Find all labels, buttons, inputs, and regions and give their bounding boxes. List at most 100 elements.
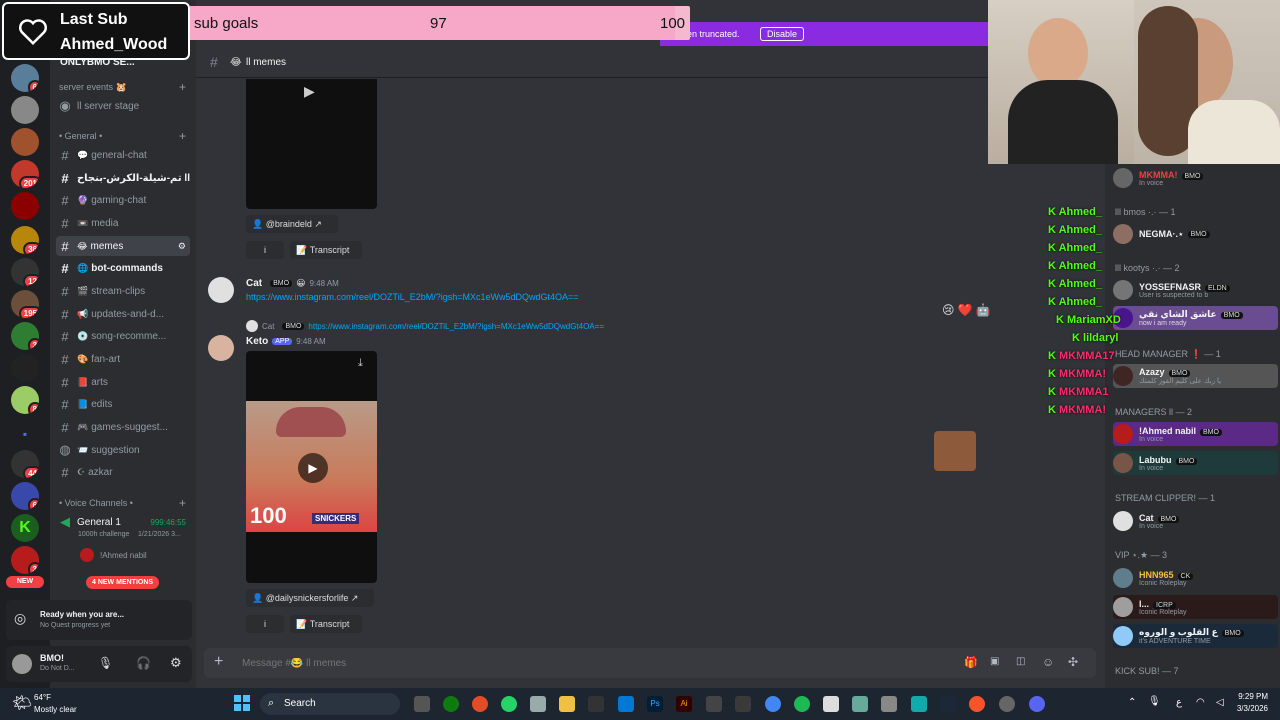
video-embed[interactable]: ⤓ ▶ 100 SNICKERS [246, 351, 377, 583]
member-item[interactable]: NEGMA·.⋆ BMO [1113, 222, 1278, 246]
app-icon[interactable] [881, 696, 897, 712]
server-icon[interactable]: 12 [11, 258, 39, 286]
member-item[interactable]: Labubu BMO In voice [1113, 451, 1278, 475]
category-server-events[interactable]: server events 🐹 [59, 82, 127, 93]
server-icon[interactable]: 6 [11, 64, 39, 92]
server-icon[interactable]: 3 [11, 322, 39, 350]
channel-arts[interactable]: # 📕 arts [56, 372, 190, 392]
message-link[interactable]: https://www.instagram.com/reel/DOZTiL_E2… [246, 292, 579, 302]
avatar[interactable] [208, 277, 234, 303]
kick-server-icon[interactable]: K [11, 514, 39, 542]
transcript-button[interactable]: 📝 Transcript [290, 241, 362, 259]
channel-games-suggestions[interactable]: # 🎮 games-suggest... [56, 417, 190, 437]
channel-suggestion[interactable]: ◍ 📨 suggestion [56, 440, 190, 460]
category-voice[interactable]: • Voice Channels • [59, 498, 133, 508]
member-item[interactable]: l... ICRP Iconic Roleplay [1113, 595, 1278, 619]
channel-stream-clips[interactable]: # 🎬 stream-clips [56, 281, 190, 301]
member-item[interactable]: HNN965 CK Iconic Roleplay [1113, 566, 1278, 590]
settings-gear-icon[interactable]: ⚙ [170, 655, 182, 671]
member-item[interactable]: !Ahmed nabil BMO In voice [1113, 422, 1278, 446]
wifi-icon[interactable]: ◠ [1196, 697, 1205, 708]
chrome-icon[interactable] [765, 696, 781, 712]
avatar[interactable] [208, 335, 234, 361]
gear-icon[interactable]: ⚙ [178, 241, 186, 252]
spotify-icon[interactable] [794, 696, 810, 712]
channel-media[interactable]: # 📼 media [56, 213, 190, 233]
server-icon[interactable]: 36 [11, 226, 39, 254]
new-mentions-pill[interactable]: 4 NEW MENTIONS [86, 576, 160, 589]
file-explorer-icon[interactable] [559, 696, 575, 712]
server-icon[interactable]: 8 [11, 386, 39, 414]
channel-bot-commands[interactable]: # 🌐 bot-commands [56, 258, 190, 278]
member-item[interactable]: YOSSEFNASR ELDN User is suspected to b [1113, 278, 1278, 302]
server-icon[interactable]: 6 [11, 482, 39, 510]
server-icon[interactable] [11, 128, 39, 156]
transcript-button[interactable]: 📝 Transcript [290, 615, 362, 633]
channel-updates[interactable]: # 📢 updates-and-d... [56, 304, 190, 324]
camera-icon[interactable] [530, 696, 546, 712]
channel-gaming-chat[interactable]: # 🔮 gaming-chat [56, 190, 190, 210]
channel-azkar[interactable]: # ☪ azkar [56, 462, 190, 482]
play-icon[interactable]: ▶ [298, 453, 328, 483]
server-icon[interactable] [11, 192, 39, 220]
add-attachment-icon[interactable]: + [214, 653, 223, 671]
notepad-icon[interactable] [823, 696, 839, 712]
photos-icon[interactable] [618, 696, 634, 712]
photoshop-icon[interactable]: Ps [647, 696, 663, 712]
member-item[interactable]: ع القلوب و الوروه BMO it's ADVENTURE TIME [1113, 624, 1278, 648]
quest-card[interactable]: ◎ Ready when you are... No Quest progres… [6, 600, 192, 640]
capture-icon[interactable] [735, 696, 751, 712]
windows-start-icon[interactable] [234, 695, 250, 711]
avatar[interactable] [12, 654, 32, 674]
server-icon[interactable]: 195 [11, 290, 39, 318]
language-indicator[interactable]: ع [1176, 697, 1182, 708]
microphone-tray-icon[interactable]: 🎙 [1148, 696, 1161, 707]
voice-user[interactable]: !Ahmed nabil [80, 548, 147, 562]
xbox-icon[interactable] [443, 696, 459, 712]
channel-memes[interactable]: # 😂 memes ⚙ [56, 236, 190, 256]
discord-icon[interactable] [1029, 696, 1045, 712]
microphone-icon[interactable]: 🎙 [98, 656, 113, 670]
emoji-picker-icon[interactable]: ☺ [1042, 655, 1054, 669]
add-channel-icon[interactable]: + [179, 80, 186, 94]
clock[interactable]: 9:29 PM 3/3/2026 [1230, 692, 1268, 713]
server-icon[interactable] [11, 96, 39, 124]
taskbar-search[interactable]: ⌕ Search [260, 693, 400, 715]
video-embed[interactable]: ▶ [246, 79, 377, 209]
server-icon[interactable] [11, 354, 39, 382]
message-input[interactable] [242, 654, 842, 672]
reply-reference[interactable]: Cat BMO https://www.instagram.com/reel/D… [246, 320, 604, 332]
headphones-icon[interactable]: 🎧 [136, 656, 151, 670]
server-icon[interactable]: 44 [11, 450, 39, 478]
obs-icon[interactable] [706, 696, 722, 712]
username[interactable]: Cat [246, 278, 262, 289]
play-icon[interactable]: ▶ [304, 83, 315, 100]
member-item[interactable]: Cat BMO In voice [1113, 509, 1278, 533]
folder-icon[interactable]: ▪ [11, 420, 39, 448]
settings-icon[interactable] [999, 696, 1015, 712]
channel-arabic[interactable]: # تم-شيلة-الكرش-بنجاح ll [56, 168, 190, 188]
channel-song-recommendations[interactable]: # 💿 song-recomme... [56, 326, 190, 346]
illustrator-icon[interactable]: Ai [676, 696, 692, 712]
member-item[interactable]: Azazy BMO يا ربك على كليم الفوز كلمتك [1113, 364, 1278, 388]
channel-general-chat[interactable]: # 💬 general-chat [56, 145, 190, 165]
gift-icon[interactable]: 🎁 [964, 656, 978, 669]
disable-button[interactable]: Disable [760, 27, 805, 41]
add-channel-icon[interactable]: + [179, 496, 186, 510]
whatsapp-icon[interactable] [501, 696, 517, 712]
task-view-icon[interactable] [414, 696, 430, 712]
chevron-up-icon[interactable]: ⌃ [1128, 697, 1136, 708]
steam-icon[interactable] [940, 696, 956, 712]
weather-icon[interactable]: 🌤 [12, 693, 32, 713]
channel-edits[interactable]: # 📘 edits [56, 394, 190, 414]
member-item[interactable]: عاشق الشاي نقي BMO now i am ready [1113, 306, 1278, 330]
apps-icon[interactable]: ✣ [1068, 655, 1078, 669]
info-button[interactable]: i [246, 615, 284, 633]
server-icon[interactable]: 3 [11, 546, 39, 574]
new-badge[interactable]: NEW [6, 576, 44, 588]
add-channel-icon[interactable]: + [179, 129, 186, 143]
gif-icon[interactable]: ▣ [990, 656, 999, 667]
reaction-bar[interactable]: 😢❤️🤖 [942, 303, 993, 317]
brave-icon[interactable] [969, 696, 985, 712]
profile-link-button[interactable]: 👤 @dailysnickersforlife ↗ [246, 589, 374, 607]
